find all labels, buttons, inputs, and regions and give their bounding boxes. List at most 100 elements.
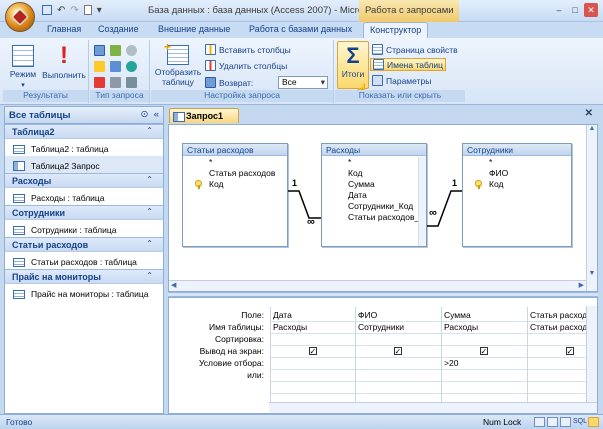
query-type-append[interactable] (126, 44, 137, 57)
nav-item-table[interactable]: Расходы : таблица (5, 188, 163, 205)
grid-cell-field[interactable]: Дата (271, 310, 354, 321)
undo-icon[interactable]: ↶ (57, 5, 65, 16)
query-type-make-table[interactable] (110, 44, 121, 57)
pivot-chart-view-icon[interactable] (560, 417, 571, 427)
delete-columns-label: Удалить столбцы (219, 60, 288, 71)
collapse-group-icon[interactable]: ⌃ (146, 126, 153, 135)
grid-cell-sort[interactable] (271, 334, 354, 345)
query-type-pass[interactable] (126, 60, 137, 73)
grid-cell-field[interactable]: ФИО (356, 310, 439, 321)
grid-cell-or[interactable] (356, 370, 439, 381)
tab-design[interactable]: Конструктор (363, 22, 429, 38)
return-combo[interactable]: Все (278, 76, 328, 89)
nav-group-title: Таблица2 (12, 127, 55, 137)
grid-cell-sort[interactable] (442, 334, 525, 345)
property-sheet-button[interactable]: Страница свойств (372, 43, 458, 56)
grid-cell-table[interactable]: Расходы (271, 322, 354, 333)
tab-external-data[interactable]: Внешние данные (158, 24, 230, 34)
minimize-button[interactable]: – (552, 3, 566, 17)
sql-view-button[interactable]: SQL (573, 418, 587, 425)
nav-group-header[interactable]: Прайс на мониторы ⌃ (5, 269, 163, 284)
redo-icon[interactable]: ↷ (70, 5, 78, 16)
run-button[interactable]: ! Выполнить (41, 42, 87, 81)
grid-hscroll[interactable] (269, 402, 597, 413)
table-names-label: Имена таблиц (387, 59, 444, 70)
table-icon (13, 257, 25, 267)
collapse-pane-icon[interactable]: « (154, 109, 159, 120)
show-checkbox[interactable]: ✓ (565, 347, 574, 356)
collapse-group-icon[interactable]: ⌃ (146, 175, 153, 184)
grid-row-label: Условие отбора: (198, 358, 264, 368)
tab-home[interactable]: Главная (47, 24, 81, 34)
maximize-button[interactable]: □ (568, 3, 582, 17)
nav-header[interactable]: Все таблицы ⊙ « (5, 107, 163, 124)
collapse-group-icon[interactable]: ⌃ (146, 207, 153, 216)
show-checkbox[interactable]: ✓ (393, 347, 402, 356)
data-definition-icon (126, 77, 137, 88)
collapse-group-icon[interactable]: ⌃ (146, 271, 153, 280)
grid-cell-or[interactable] (271, 370, 354, 381)
nav-group-header[interactable]: Таблица2 ⌃ (5, 124, 163, 139)
query-type-delete[interactable] (94, 76, 105, 89)
scroll-right-icon[interactable]: ▶ (579, 281, 584, 289)
collapse-group-icon[interactable]: ⌃ (146, 239, 153, 248)
nav-item-table[interactable]: Сотрудники : таблица (5, 220, 163, 237)
table-icon (13, 289, 25, 299)
grid-cell-criteria[interactable] (271, 358, 354, 369)
table-names-button[interactable]: Имена таблиц (370, 58, 447, 71)
grid-vscroll[interactable] (586, 306, 597, 402)
query-type-update[interactable] (94, 60, 105, 73)
close-document-icon[interactable]: ✕ (585, 108, 593, 119)
design-view-icon[interactable] (588, 417, 599, 427)
totals-button[interactable]: Σ Итоги (337, 41, 369, 89)
view-mode-label: Режим (9, 69, 37, 79)
query-type-union[interactable] (110, 76, 121, 89)
view-mode-button[interactable]: Режим ▾ (7, 42, 39, 91)
query-tab[interactable]: Запрос1 (169, 108, 239, 123)
qat-dropdown-icon[interactable]: ▾ (97, 5, 102, 16)
property-sheet-label: Страница свойств (386, 44, 458, 55)
office-button[interactable] (5, 2, 35, 32)
query-type-definition[interactable] (126, 76, 137, 89)
status-text: Готово (6, 417, 33, 427)
group-show-hide: Σ Итоги ☝ Страница свойств Имена таблиц … (335, 40, 465, 103)
nav-group-header[interactable]: Расходы ⌃ (5, 173, 163, 188)
table-pane-hscroll[interactable]: ◀ ▶ (169, 280, 586, 291)
grid-row-label: Имя таблицы: (209, 322, 264, 332)
scroll-left-icon[interactable]: ◀ (171, 281, 176, 289)
grid-cell-or[interactable] (442, 370, 525, 381)
grid-row-label: Сортировка: (214, 334, 264, 344)
nav-group-title: Статьи расходов (12, 240, 89, 250)
grid-cell-criteria[interactable] (356, 358, 439, 369)
nav-item-query[interactable]: Таблица2 Запрос (5, 156, 163, 173)
query-type-select[interactable] (94, 44, 105, 57)
show-checkbox[interactable]: ✓ (479, 347, 488, 356)
nav-group-header[interactable]: Статьи расходов ⌃ (5, 237, 163, 252)
table-pane: ▲ ▼ Статьи расходов * Статья расходов Ко… (168, 124, 598, 292)
chevron-down-icon[interactable]: ⊙ (140, 109, 148, 120)
delete-columns-button[interactable]: Удалить столбцы (205, 59, 287, 72)
datasheet-view-icon (12, 45, 34, 67)
grid-cell-field[interactable]: Сумма (442, 310, 525, 321)
grid-cell-table[interactable]: Расходы (442, 322, 525, 333)
tab-database-tools[interactable]: Работа с базами данных (249, 24, 352, 34)
close-button[interactable]: ✕ (584, 3, 598, 17)
show-table-button[interactable]: + Отобразить таблицу (154, 41, 202, 87)
pivot-table-view-icon[interactable] (547, 417, 558, 427)
datasheet-view-icon[interactable] (534, 417, 545, 427)
tab-create[interactable]: Создание (98, 24, 139, 34)
query-type-crosstab[interactable] (110, 60, 121, 73)
grid-cell-table[interactable]: Сотрудники (356, 322, 439, 333)
show-checkbox[interactable]: ✓ (308, 347, 317, 356)
nav-group-header[interactable]: Сотрудники ⌃ (5, 205, 163, 220)
insert-columns-button[interactable]: Вставить столбцы (205, 43, 291, 56)
nav-item-table[interactable]: Прайс на мониторы : таблица (5, 284, 163, 301)
grid-cell-criteria[interactable]: >20 (442, 358, 525, 369)
nav-item-table[interactable]: Статьи расходов : таблица (5, 252, 163, 269)
return-label: Возврат: (219, 77, 254, 88)
save-icon[interactable] (42, 5, 52, 15)
new-doc-icon[interactable] (83, 5, 92, 15)
parameters-button[interactable]: Параметры (372, 74, 431, 87)
grid-cell-sort[interactable] (356, 334, 439, 345)
nav-item-table[interactable]: Таблица2 : таблица (5, 139, 163, 156)
